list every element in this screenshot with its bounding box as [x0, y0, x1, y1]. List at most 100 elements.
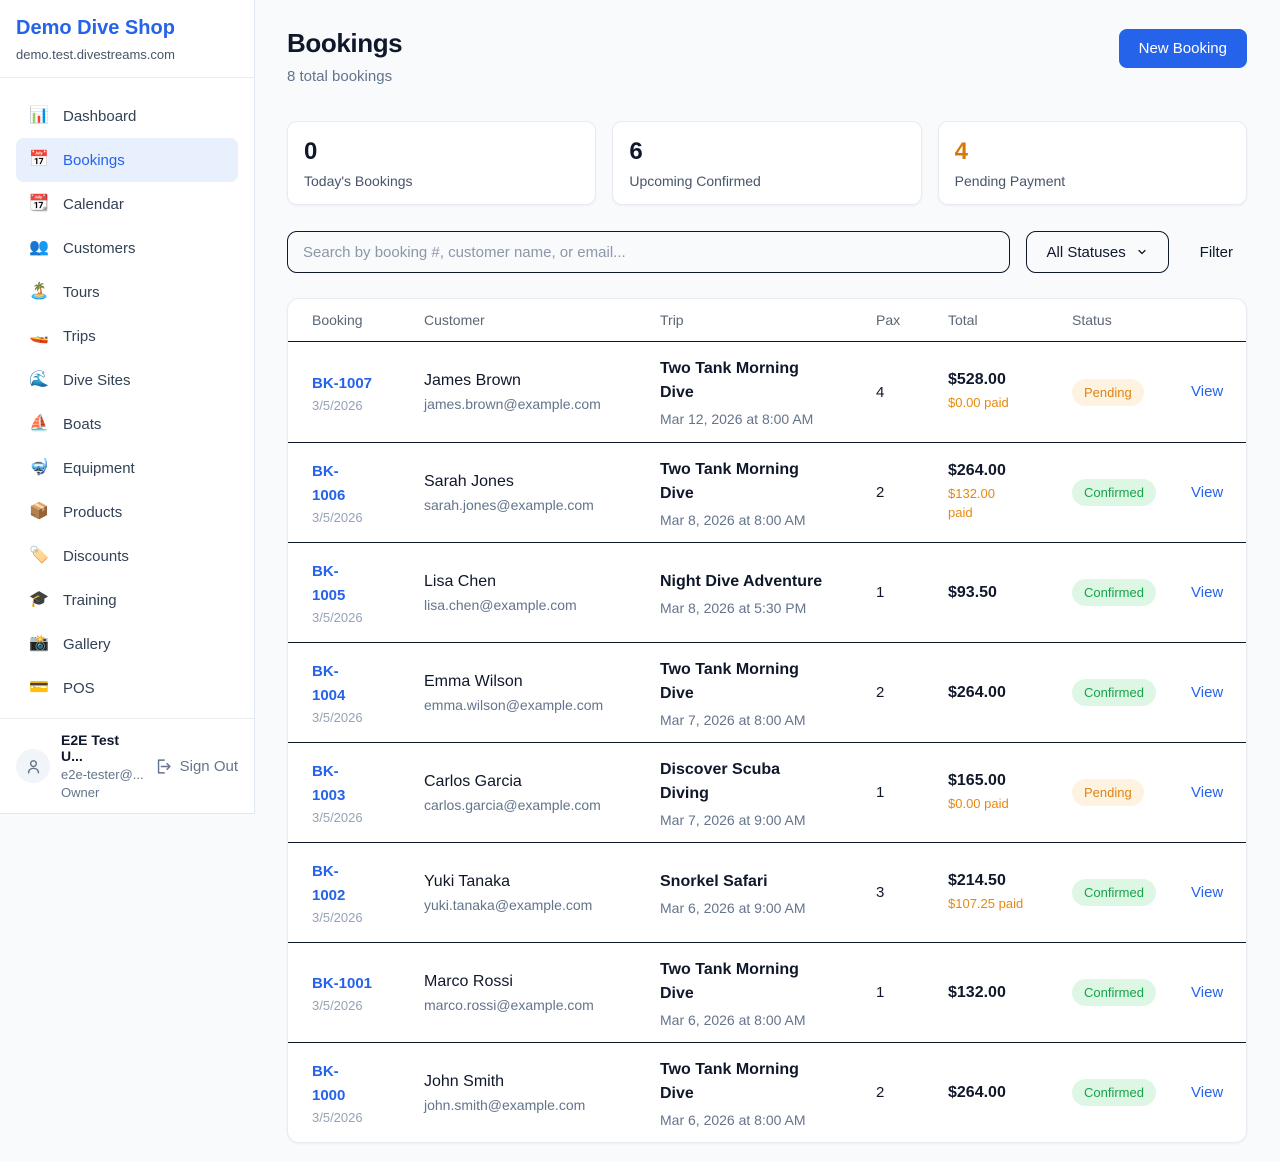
view-link[interactable]: View — [1191, 984, 1223, 1001]
sidebar-item-dive-sites[interactable]: 🌊 Dive Sites — [16, 358, 238, 402]
view-link[interactable]: View — [1191, 884, 1223, 901]
avatar — [16, 749, 50, 783]
sidebar-item-bookings[interactable]: 📅 Bookings — [16, 138, 238, 182]
sidebar-item-products[interactable]: 📦 Products — [16, 490, 238, 534]
stat-label: Pending Payment — [955, 173, 1230, 189]
column-header-pax: Pax — [876, 312, 948, 328]
view-link[interactable]: View — [1191, 684, 1223, 701]
person-icon — [25, 758, 42, 775]
sidebar-item-discounts[interactable]: 🏷️ Discounts — [16, 534, 238, 578]
sidebar-item-pos[interactable]: 💳 POS — [16, 666, 238, 710]
user-name: E2E Test U... — [61, 732, 144, 764]
pax-count: 3 — [876, 884, 948, 901]
status-cell: Confirmed — [1072, 879, 1191, 906]
sidebar-item-equipment[interactable]: 🤿 Equipment — [16, 446, 238, 490]
total-amount: $264.00 — [948, 1084, 1062, 1102]
status-cell: Pending — [1072, 779, 1191, 806]
booking-number-link[interactable]: BK- 1005 — [312, 560, 345, 608]
status-filter-select[interactable]: All Statuses — [1026, 231, 1169, 273]
booking-cell: BK- 1004 3/5/2026 — [312, 660, 424, 725]
trip-name: Discover Scuba Diving — [660, 758, 866, 806]
stat-card-upcoming-confirmed: 6 Upcoming Confirmed — [612, 121, 921, 205]
stat-value: 6 — [629, 139, 904, 165]
paid-amount: $0.00 paid — [948, 795, 1062, 814]
search-input[interactable] — [287, 231, 1010, 273]
booking-number-link[interactable]: BK-1007 — [312, 372, 372, 396]
status-cell: Confirmed — [1072, 579, 1191, 606]
view-link[interactable]: View — [1191, 1084, 1223, 1101]
new-booking-button[interactable]: New Booking — [1119, 29, 1247, 68]
user-info: E2E Test U... e2e-tester@... Owner — [61, 732, 144, 800]
column-header-customer: Customer — [424, 312, 660, 328]
sign-out-button[interactable]: Sign Out — [155, 758, 238, 775]
table-row-bk-1005: BK- 1005 3/5/2026 Lisa Chen lisa.chen@ex… — [288, 542, 1246, 642]
customer-cell: Emma Wilson emma.wilson@example.com — [424, 673, 660, 713]
trip-name: Two Tank Morning Dive — [660, 357, 866, 405]
trip-datetime: Mar 6, 2026 at 9:00 AM — [660, 900, 866, 916]
status-badge: Confirmed — [1072, 579, 1156, 606]
sidebar-item-calendar[interactable]: 📆 Calendar — [16, 182, 238, 226]
stats-row: 0 Today's Bookings 6 Upcoming Confirmed … — [287, 121, 1247, 205]
status-badge: Pending — [1072, 779, 1144, 806]
customer-cell: Carlos Garcia carlos.garcia@example.com — [424, 773, 660, 813]
customer-email: marco.rossi@example.com — [424, 997, 650, 1013]
table-header: Booking Customer Trip Pax Total Status — [288, 299, 1246, 342]
paid-amount: $132.00 paid — [948, 485, 1062, 523]
trip-cell: Discover Scuba Diving Mar 7, 2026 at 9:0… — [660, 758, 876, 828]
booking-cell: BK- 1002 3/5/2026 — [312, 860, 424, 925]
paid-amount: $107.25 paid — [948, 895, 1062, 914]
nav-item-label: Training — [63, 592, 117, 609]
page-header: Bookings 8 total bookings New Booking — [287, 28, 1247, 85]
sidebar-item-customers[interactable]: 👥 Customers — [16, 226, 238, 270]
booking-number-link[interactable]: BK- 1006 — [312, 460, 345, 508]
view-link[interactable]: View — [1191, 784, 1223, 801]
total-amount: $93.50 — [948, 584, 1062, 602]
customer-cell: Sarah Jones sarah.jones@example.com — [424, 473, 660, 513]
booking-number-link[interactable]: BK- 1002 — [312, 860, 345, 908]
customer-email: emma.wilson@example.com — [424, 697, 650, 713]
booking-cell: BK-1001 3/5/2026 — [312, 972, 424, 1013]
view-link[interactable]: View — [1191, 484, 1223, 501]
trip-cell: Night Dive Adventure Mar 8, 2026 at 5:30… — [660, 570, 876, 616]
pax-count: 4 — [876, 384, 948, 401]
total-amount: $264.00 — [948, 462, 1062, 480]
total-amount: $214.50 — [948, 872, 1062, 890]
stat-card-pending-payment: 4 Pending Payment — [938, 121, 1247, 205]
column-header-trip: Trip — [660, 312, 876, 328]
logout-icon — [155, 758, 172, 775]
nav-item-icon: 🏝️ — [28, 284, 50, 300]
booking-number-link[interactable]: BK- 1004 — [312, 660, 345, 708]
trip-cell: Two Tank Morning Dive Mar 8, 2026 at 8:0… — [660, 458, 876, 528]
stat-value: 0 — [304, 139, 579, 165]
table-row-bk-1001: BK-1001 3/5/2026 Marco Rossi marco.rossi… — [288, 942, 1246, 1042]
booking-number-link[interactable]: BK- 1003 — [312, 760, 345, 808]
total-cell: $264.00 — [948, 684, 1072, 702]
nav-item-icon: ⛵ — [28, 416, 50, 432]
booking-number-link[interactable]: BK- 1000 — [312, 1060, 345, 1108]
trip-datetime: Mar 7, 2026 at 9:00 AM — [660, 812, 866, 828]
nav-item-label: Equipment — [63, 460, 135, 477]
nav-item-label: Customers — [63, 240, 136, 257]
sidebar-item-training[interactable]: 🎓 Training — [16, 578, 238, 622]
status-cell: Pending — [1072, 379, 1191, 406]
total-amount: $165.00 — [948, 772, 1062, 790]
sidebar-item-boats[interactable]: ⛵ Boats — [16, 402, 238, 446]
sidebar-item-dashboard[interactable]: 📊 Dashboard — [16, 94, 238, 138]
trip-name: Two Tank Morning Dive — [660, 658, 866, 706]
pax-count: 2 — [876, 1084, 948, 1101]
customer-name: John Smith — [424, 1073, 650, 1091]
nav-item-icon: 🎓 — [28, 592, 50, 608]
sidebar-item-trips[interactable]: 🚤 Trips — [16, 314, 238, 358]
nav-item-icon: 📆 — [28, 196, 50, 212]
page-subtitle: 8 total bookings — [287, 68, 402, 85]
status-cell: Confirmed — [1072, 679, 1191, 706]
booking-number-link[interactable]: BK-1001 — [312, 972, 372, 996]
total-amount: $264.00 — [948, 684, 1062, 702]
view-link[interactable]: View — [1191, 584, 1223, 601]
view-link[interactable]: View — [1191, 383, 1223, 400]
nav-item-label: Bookings — [63, 152, 125, 169]
sidebar-item-gallery[interactable]: 📸 Gallery — [16, 622, 238, 666]
sidebar: Demo Dive Shop demo.test.divestreams.com… — [0, 0, 255, 814]
sidebar-item-tours[interactable]: 🏝️ Tours — [16, 270, 238, 314]
total-cell: $528.00 $0.00 paid — [948, 371, 1072, 413]
